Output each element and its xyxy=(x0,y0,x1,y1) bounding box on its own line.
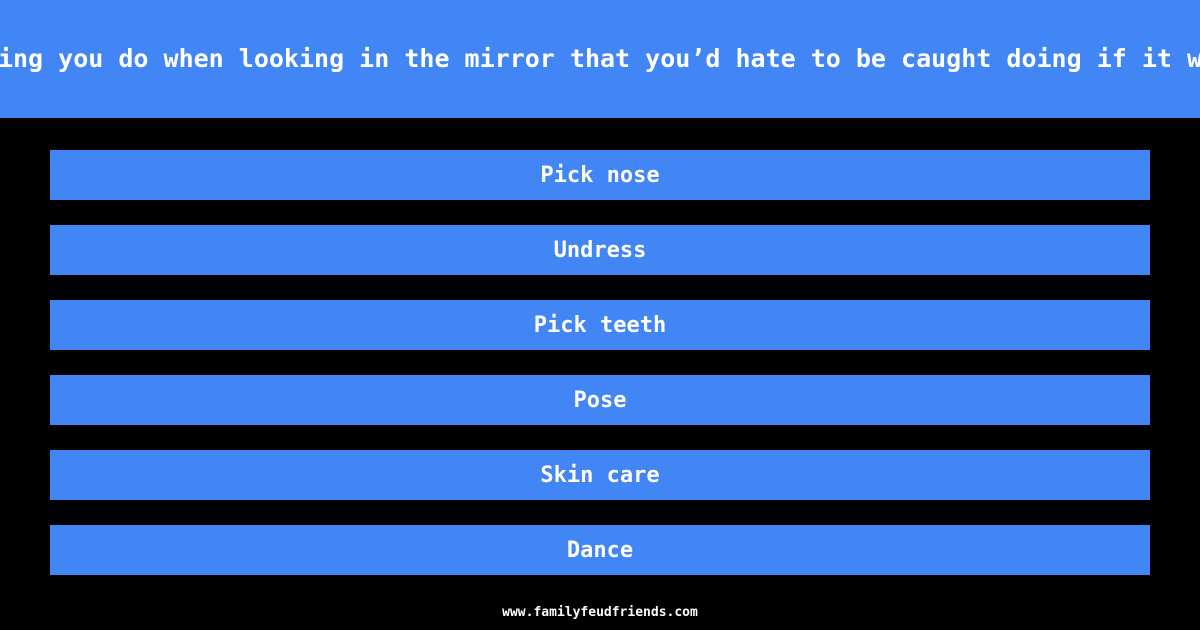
question-text: Name something you do when looking in th… xyxy=(0,44,1200,73)
footer: www.familyfeudfriends.com xyxy=(0,595,1200,630)
answer-label: Pose xyxy=(573,387,627,413)
answer-row[interactable]: Skin care xyxy=(50,450,1150,500)
answers-list: Pick nose Undress Pick teeth Pose Skin c… xyxy=(0,118,1200,588)
answer-label: Skin care xyxy=(540,462,660,488)
answer-row[interactable]: Pose xyxy=(50,375,1150,425)
answer-label: Dance xyxy=(566,537,634,563)
answer-row[interactable]: Pick nose xyxy=(50,150,1150,200)
answer-row[interactable]: Dance xyxy=(50,525,1150,575)
answer-label: Pick teeth xyxy=(533,312,667,338)
answer-row[interactable]: Undress xyxy=(50,225,1150,275)
answer-label: Undress xyxy=(553,237,647,263)
answer-label: Pick nose xyxy=(540,162,660,188)
answer-row[interactable]: Pick teeth xyxy=(50,300,1150,350)
question-banner: Name something you do when looking in th… xyxy=(0,0,1200,118)
site-url[interactable]: www.familyfeudfriends.com xyxy=(502,605,698,620)
